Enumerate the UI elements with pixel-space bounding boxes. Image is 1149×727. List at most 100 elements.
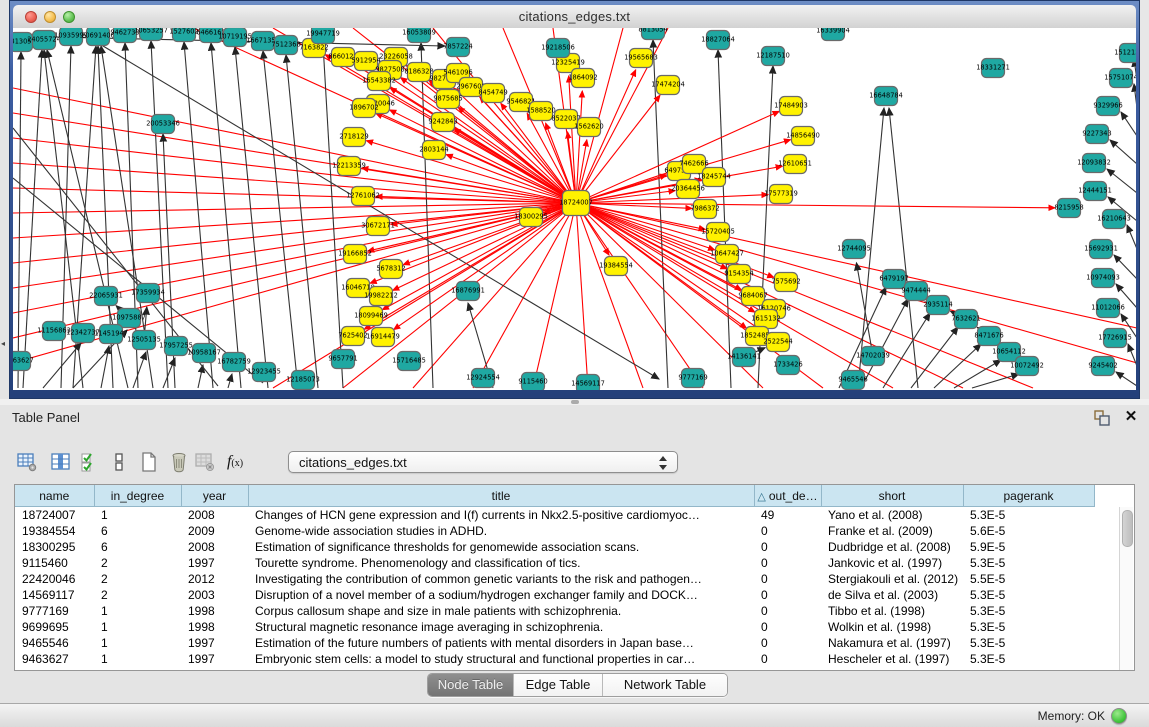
graph-node-label: 18724007 [559, 199, 593, 207]
graph-node-label: 17484903 [774, 102, 808, 110]
column-header-short[interactable]: short [821, 485, 963, 507]
table-row[interactable]: 969969511998Structural magnetic resonanc… [15, 619, 1094, 635]
table-row[interactable]: 946362711997Embryonic stem cells: a mode… [15, 651, 1094, 667]
table-cell: 1 [94, 619, 181, 635]
graph-node-label: 10958167 [187, 349, 221, 357]
column-header-in_degree[interactable]: in_degree [94, 485, 181, 507]
table-row[interactable]: 1830029562008Estimation of significance … [15, 539, 1094, 555]
graph-edge-selected [576, 203, 1033, 388]
table-scrollbar[interactable] [1119, 507, 1133, 670]
graph-node-label: 10653257 [134, 28, 168, 35]
graph-edge-selected [413, 203, 576, 388]
table-row[interactable]: 1456911722003Disruption of a novel membe… [15, 587, 1094, 603]
graph-node-label: 11012066 [1091, 304, 1125, 312]
node-table: namein_degreeyeartitle△out_de…shortpager… [14, 484, 1135, 671]
table-cell: Estimation of the future numbers of pati… [248, 635, 754, 651]
graph-node-label: 8215958 [1054, 204, 1083, 212]
graph-node-label: 16053809 [402, 29, 436, 37]
table-cell: Estimation of significance thresholds fo… [248, 539, 754, 555]
table-cell: 1997 [181, 555, 248, 571]
graph-node-label: 1527602 [169, 28, 198, 36]
graph-node-label: 16210643 [1097, 215, 1131, 223]
table-cell: Corpus callosum shape and size in male p… [248, 603, 754, 619]
graph-node-label: 8454749 [478, 89, 507, 97]
graph-node-label: 6479197 [879, 275, 908, 283]
graph-node-label: 9463627 [13, 357, 34, 365]
graph-edge [101, 346, 109, 388]
import-table-icon[interactable] [192, 448, 218, 476]
float-window-icon[interactable] [1093, 409, 1111, 427]
graph-node-label: 15751074 [1104, 74, 1136, 82]
table-row[interactable]: 1938455462009Genome-wide association stu… [15, 523, 1094, 539]
select-columns-icon[interactable] [78, 448, 104, 476]
row-height-icon[interactable] [106, 448, 132, 476]
table-cell: 1 [94, 603, 181, 619]
tab-network-table[interactable]: Network Table [602, 674, 727, 696]
graph-edge-selected [13, 163, 576, 203]
table-row[interactable]: 977716911998Corpus callosum shape and si… [15, 603, 1094, 619]
table-cell: 1 [94, 507, 181, 524]
graph-node-label: 9227343 [1082, 130, 1111, 138]
table-cell: 0 [754, 651, 821, 667]
table-cell: 1 [94, 635, 181, 651]
column-header-title[interactable]: title [248, 485, 754, 507]
graph-node-label: 10974093 [1086, 274, 1120, 282]
column-header-name[interactable]: name [15, 485, 94, 507]
graph-node-label: 9684067 [738, 292, 767, 300]
table-row[interactable]: 911546021997Tourette syndrome. Phenomeno… [15, 555, 1094, 571]
network-window-titlebar[interactable]: citations_edges.txt [13, 5, 1136, 29]
table-row[interactable]: 1872400712008Changes of HCN gene express… [15, 507, 1094, 524]
graph-node-label: 10975887 [112, 314, 146, 322]
graph-node-label: 9115460 [518, 378, 547, 386]
graph-node-label: 23226058 [379, 53, 413, 61]
graph-edge [856, 263, 873, 356]
graph-edge [163, 358, 175, 388]
table-cell: Genome-wide association studies in ADHD. [248, 523, 754, 539]
network-window: citations_edges.txt 18724007716382286601… [9, 0, 1140, 399]
collapse-arrow-icon[interactable]: ◂ [1, 340, 5, 348]
table-selector[interactable]: citations_edges.txt [288, 451, 678, 473]
new-table-icon[interactable] [136, 448, 162, 476]
table-options-icon[interactable] [14, 448, 40, 476]
column-header-pagerank[interactable]: pagerank [963, 485, 1094, 507]
graph-node-label: 12924554 [466, 374, 500, 382]
table-cell: 5.6E-5 [963, 523, 1094, 539]
graph-node-label: 1562620 [574, 123, 603, 131]
tab-edge-table[interactable]: Edge Table [513, 674, 602, 696]
graph-node-label: 16543382 [362, 77, 396, 85]
graph-node-label: 7462666 [679, 160, 708, 168]
divider-handle[interactable] [571, 400, 579, 404]
column-header-out_de[interactable]: △out_de… [754, 485, 821, 507]
graph-node-label: 19947719 [306, 30, 340, 38]
table-row[interactable]: 2242004622012Investigating the contribut… [15, 571, 1094, 587]
graph-edge [198, 365, 203, 388]
table-row[interactable]: 946554611997Estimation of the future num… [15, 635, 1094, 651]
show-columns-icon[interactable] [48, 448, 74, 476]
column-header-year[interactable]: year [181, 485, 248, 507]
table-cell: 22420046 [15, 571, 94, 587]
table-selector-value: citations_edges.txt [299, 455, 407, 470]
tab-node-table[interactable]: Node Table [428, 674, 513, 696]
scrollbar-thumb[interactable] [1122, 510, 1133, 547]
table-tabs-bar: Node TableEdge TableNetwork Table [0, 673, 1149, 699]
graph-edge [1121, 112, 1136, 136]
table-cell: Franke et al. (2009) [821, 523, 963, 539]
graph-node-label: 12444151 [1078, 187, 1112, 195]
graph-node-label: 19384554 [599, 262, 633, 270]
memory-ok-indicator[interactable] [1111, 708, 1127, 724]
close-panel-icon[interactable]: ✕ [1123, 408, 1139, 426]
table-cell: 1998 [181, 603, 248, 619]
delete-columns-icon[interactable] [166, 448, 192, 476]
table-cell: Wolkin et al. (1998) [821, 619, 963, 635]
graph-node-label: 12744095 [837, 245, 871, 253]
table-cell: 2003 [181, 587, 248, 603]
graph-edge [1127, 225, 1136, 249]
table-cell: Tourette syndrome. Phenomenology and cla… [248, 555, 754, 571]
graph-edge [18, 52, 21, 388]
citation-network-graph[interactable]: 1872400771638228660128591295423226058982… [13, 28, 1136, 390]
network-canvas[interactable]: 1872400771638228660128591295423226058982… [13, 28, 1136, 390]
table-cell: Changes of HCN gene expression and I(f) … [248, 507, 754, 524]
graph-node-label: 16339904 [816, 28, 850, 35]
function-builder-icon[interactable]: f(x) [222, 448, 248, 476]
graph-edge-selected [576, 195, 768, 203]
